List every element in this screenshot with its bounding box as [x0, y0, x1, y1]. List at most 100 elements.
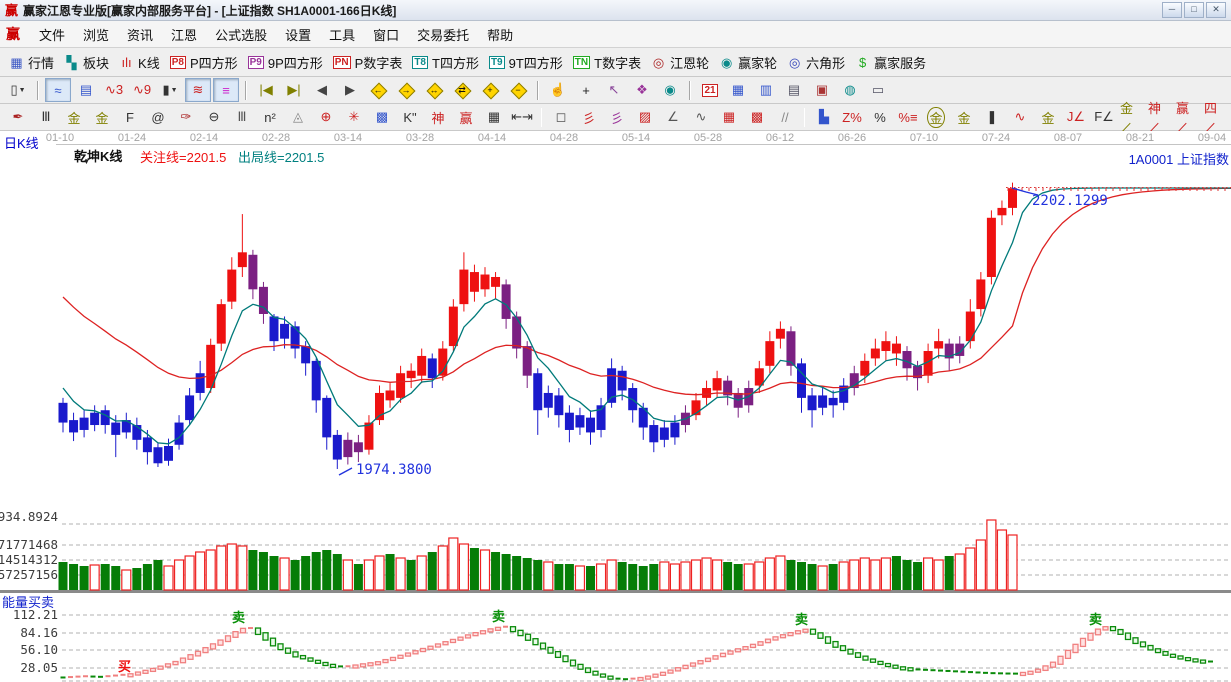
- pointer-note-tool-button[interactable]: ↖: [601, 78, 627, 102]
- k-quote-tool-button[interactable]: K": [397, 105, 423, 129]
- zoom-out-diamond-button[interactable]: −: [505, 78, 531, 102]
- data-table-button[interactable]: ▥: [753, 78, 779, 102]
- selection-box-tool-button[interactable]: ◻: [548, 105, 574, 129]
- menu-item-help[interactable]: 帮助: [478, 21, 522, 48]
- candle-type-dropdown-button[interactable]: ▮▼: [157, 78, 183, 102]
- wave-3-button[interactable]: ∿3: [101, 78, 127, 102]
- menu-item-trade-order[interactable]: 交易委托: [408, 21, 478, 48]
- gold-angle-tool-button[interactable]: 金∠: [1119, 105, 1145, 129]
- info-panel-button[interactable]: ▤: [73, 78, 99, 102]
- band-overlay-toggle-button[interactable]: ≋: [185, 78, 211, 102]
- close-button[interactable]: ✕: [1206, 2, 1226, 18]
- last-bar-button[interactable]: ▶|: [281, 78, 307, 102]
- p-number-table-button[interactable]: PNP数字表: [328, 52, 408, 73]
- percent-tool-button[interactable]: %: [867, 105, 893, 129]
- minimize-button[interactable]: ─: [1162, 2, 1182, 18]
- ying-comb-tool-button[interactable]: 赢: [453, 105, 479, 129]
- volume-profile-toggle-button[interactable]: ≡: [213, 78, 239, 102]
- menu-item-browse[interactable]: 浏览: [74, 21, 118, 48]
- ying-angle-tool-button[interactable]: 赢∠: [1175, 105, 1201, 129]
- memo-button[interactable]: ▤: [781, 78, 807, 102]
- wave-9-button[interactable]: ∿9: [129, 78, 155, 102]
- crosshair-tool-button[interactable]: +: [573, 78, 599, 102]
- p9-square-button[interactable]: P99P四方形: [243, 52, 328, 73]
- candle-brush-tool-button[interactable]: ❚: [979, 105, 1005, 129]
- winner-service-button[interactable]: $赢家服务: [850, 52, 931, 73]
- wave-a-tool-button[interactable]: ∿: [1007, 105, 1033, 129]
- ribbon-tool-button[interactable]: ❖: [629, 78, 655, 102]
- calculator-button[interactable]: ▦: [725, 78, 751, 102]
- si-angle-tool-button[interactable]: 四∠: [1203, 105, 1229, 129]
- gold-comb-a-button[interactable]: 金: [61, 105, 87, 129]
- kline-button[interactable]: ılıK线: [114, 52, 165, 73]
- slashes-tool-button[interactable]: //: [772, 105, 798, 129]
- zoom-in-diamond-button[interactable]: +: [477, 78, 503, 102]
- maximize-button[interactable]: □: [1184, 2, 1204, 18]
- target-crosshair-tool-button[interactable]: ⊕: [313, 105, 339, 129]
- gold-lines-tool-button[interactable]: 金: [951, 105, 977, 129]
- knife-tool-button[interactable]: ✒: [5, 105, 31, 129]
- ray-fan-tool-button[interactable]: 彡: [576, 105, 602, 129]
- hexagon-button[interactable]: ◎六角形: [782, 52, 850, 73]
- menu-item-file[interactable]: 文件: [30, 21, 74, 48]
- t-square-button[interactable]: T8T四方形: [407, 52, 484, 73]
- next-bar-button[interactable]: ▶: [337, 78, 363, 102]
- expand-diamond-button[interactable]: ↔: [421, 78, 447, 102]
- j-angle-tool-button[interactable]: J∠: [1063, 105, 1089, 129]
- width-arrows-tool-button[interactable]: ⇤⇥: [509, 105, 535, 129]
- kline-style-dropdown-button[interactable]: ▯▼: [5, 78, 31, 102]
- knife-tool-2-button[interactable]: ✑: [173, 105, 199, 129]
- print-button[interactable]: ▭: [865, 78, 891, 102]
- grid-diag-tool-button[interactable]: ▨: [632, 105, 658, 129]
- percent-lines-tool-button[interactable]: %≡: [895, 105, 921, 129]
- shift-right-diamond-button[interactable]: →: [393, 78, 419, 102]
- gold-comb-b-button[interactable]: 金: [89, 105, 115, 129]
- winner-wheel-button[interactable]: ◉赢家轮: [714, 52, 782, 73]
- gann-wheel-button[interactable]: ◎江恩轮: [646, 52, 714, 73]
- comb-tool-button[interactable]: Ⅲ: [33, 105, 59, 129]
- quotes-button[interactable]: ▦行情: [4, 52, 59, 73]
- angle-pen-tool-button[interactable]: ∠: [660, 105, 686, 129]
- first-bar-button[interactable]: |◀: [253, 78, 279, 102]
- prev-bar-button[interactable]: ◀: [309, 78, 335, 102]
- menu-item-window[interactable]: 窗口: [364, 21, 408, 48]
- dense-grid-tool-button[interactable]: ▦: [716, 105, 742, 129]
- save-button[interactable]: ▣: [809, 78, 835, 102]
- swap-diamond-button[interactable]: ⇄: [449, 78, 475, 102]
- sectors-button[interactable]: ▚板块: [59, 52, 114, 73]
- protractor-tool-button[interactable]: ⊖: [201, 105, 227, 129]
- menu-item-news[interactable]: 资讯: [118, 21, 162, 48]
- main-wave-toggle-button[interactable]: ≈: [45, 78, 71, 102]
- wave-check-tool-button[interactable]: ∿: [688, 105, 714, 129]
- menu-item-tools[interactable]: 工具: [320, 21, 364, 48]
- menu-item-formula-stock-picker[interactable]: 公式选股: [206, 21, 276, 48]
- f-angle-tool-button[interactable]: F∠: [1091, 105, 1117, 129]
- menu-item-gann[interactable]: 江恩: [162, 21, 206, 48]
- menu-item-settings[interactable]: 设置: [276, 21, 320, 48]
- comb-plain-tool-button[interactable]: Ⅲ: [229, 105, 255, 129]
- fan-grid-tool-button[interactable]: 彡: [604, 105, 630, 129]
- mirror-angle-tool-button[interactable]: ◬: [285, 105, 311, 129]
- shen-angle-tool-button[interactable]: 神∠: [1147, 105, 1173, 129]
- gold-circle-tool-button[interactable]: 金: [923, 105, 949, 129]
- calendar-button[interactable]: 21: [697, 78, 723, 102]
- p-square-button[interactable]: P8P四方形: [165, 52, 243, 73]
- histogram-steps-tool-button[interactable]: ▙: [811, 105, 837, 129]
- shen-comb-tool-button[interactable]: 神: [425, 105, 451, 129]
- t-number-table-button[interactable]: TNT数字表: [568, 52, 646, 73]
- dense-grid-diag-tool-button[interactable]: ▩: [744, 105, 770, 129]
- brain-tool-button[interactable]: ◉: [657, 78, 683, 102]
- spiderweb-tool-button[interactable]: ✳: [341, 105, 367, 129]
- spiral-tool-button[interactable]: @: [145, 105, 171, 129]
- percent-slash-tool-button[interactable]: Z%: [839, 105, 865, 129]
- f-comb-tool-button[interactable]: F: [117, 105, 143, 129]
- gold-lines2-tool-button[interactable]: 金: [1035, 105, 1061, 129]
- n-square-tool-button[interactable]: n²: [257, 105, 283, 129]
- web-grid-tool-button[interactable]: ▩: [369, 105, 395, 129]
- t9-square-button[interactable]: T99T四方形: [484, 52, 568, 73]
- shift-left-diamond-button[interactable]: ←: [365, 78, 391, 102]
- hand-tool-button[interactable]: ☝: [545, 78, 571, 102]
- export-web-button[interactable]: ◍: [837, 78, 863, 102]
- chart-canvas[interactable]: 1934.892417177146811451431257257156112.2…: [0, 131, 1231, 682]
- grid-123-tool-button[interactable]: ▦: [481, 105, 507, 129]
